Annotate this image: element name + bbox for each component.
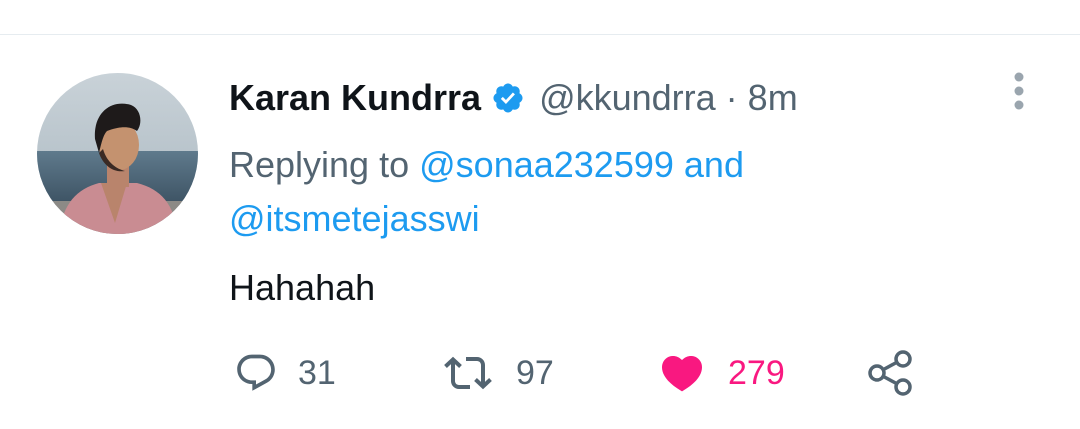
retweet-button[interactable]: 97 [440,348,554,398]
author-name[interactable]: Karan Kundrra [229,77,481,119]
retweet-count: 97 [516,353,554,392]
reply-icon [237,354,275,391]
tweet-timestamp[interactable]: 8m [748,77,798,119]
retweet-icon [444,356,492,390]
reply-count: 31 [298,353,336,392]
top-divider [0,34,1080,35]
tweet-header: Karan Kundrra @kkundrra · 8m [229,75,798,121]
verified-badge-icon [491,81,525,115]
share-button[interactable] [866,348,916,398]
header-separator: · [725,77,738,118]
replying-to: Replying to @sonaa232599 and @itsmetejas… [229,138,989,246]
reply-mention-link[interactable]: @sonaa232599 [419,144,674,185]
tweet-text: Hahahah [229,267,376,308]
avatar-image [37,73,198,234]
replying-to-label: Replying to [229,144,410,185]
more-vertical-icon[interactable] [1006,70,1032,114]
reply-mention-link[interactable]: @itsmetejasswi [229,198,480,239]
heart-icon [661,356,703,392]
share-icon [868,350,912,396]
author-handle[interactable]: @kkundrra [539,77,716,119]
reply-button[interactable]: 31 [234,348,336,398]
like-button[interactable]: 279 [656,348,785,398]
avatar[interactable] [37,73,198,234]
reply-conjunction: and [683,144,744,185]
like-count: 279 [728,353,785,392]
